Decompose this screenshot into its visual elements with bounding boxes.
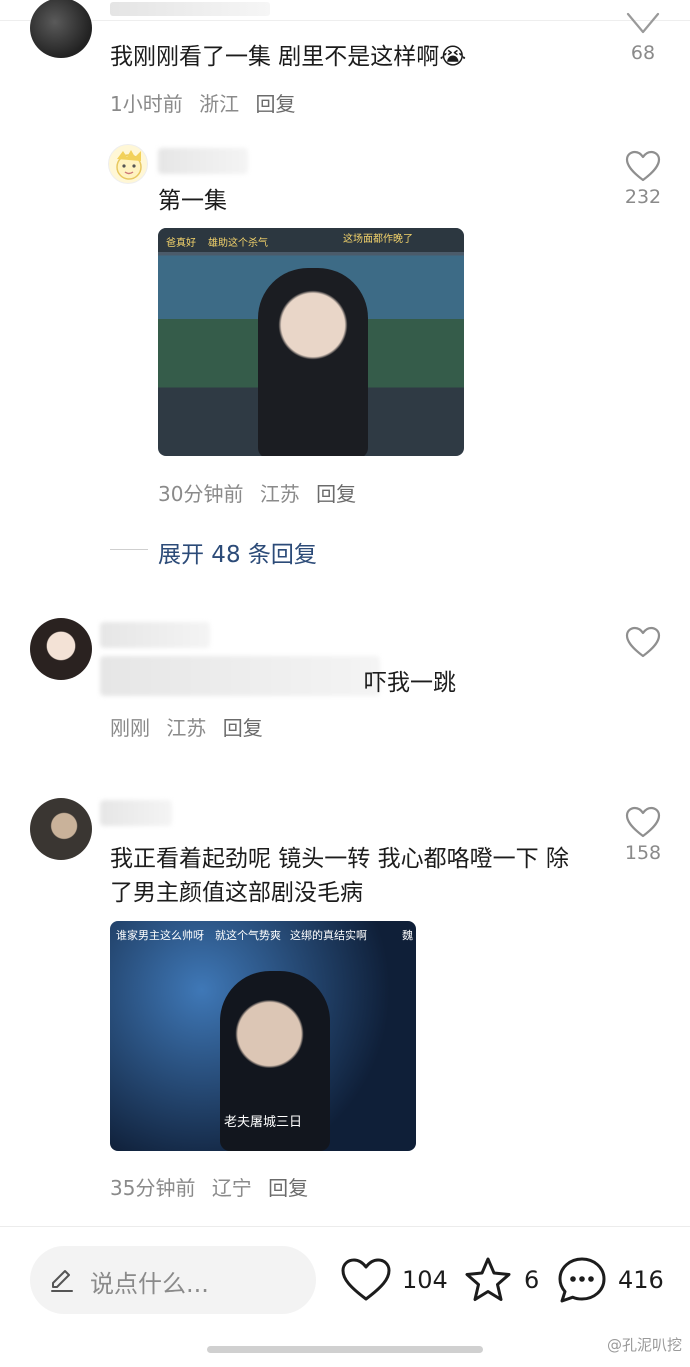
star-icon: [465, 1257, 511, 1301]
comment-text: 第一集: [158, 188, 227, 214]
avatar[interactable]: [108, 144, 148, 184]
danmaku-text: 魏: [402, 929, 413, 942]
like-count: 104: [402, 1266, 448, 1294]
comment-input[interactable]: 说点什么...: [30, 1246, 316, 1314]
heart-icon: [625, 150, 661, 182]
danmaku-text: 爸真好: [166, 238, 196, 249]
location: 浙江: [199, 92, 240, 116]
reply-button[interactable]: 回复: [268, 1176, 308, 1200]
like-count: 158: [624, 842, 662, 864]
timestamp: 1小时前: [110, 92, 183, 116]
heart-icon: [625, 806, 661, 838]
comment-image[interactable]: 谁家男主这么帅呀 就这个气势爽 这绑的真结实啊 魏 老夫屠城三日: [110, 921, 416, 1151]
avatar[interactable]: [30, 618, 92, 680]
avatar[interactable]: [30, 0, 92, 58]
comment-meta: 35分钟前 辽宁 回复: [110, 1172, 318, 1201]
comment-text: 我正看着起劲呢 镜头一转 我心都咯噔一下 除了男主颜值这部剧没毛病: [110, 846, 569, 906]
blurred-username: [100, 622, 210, 648]
cut-off-username: [110, 2, 270, 16]
pencil-icon: [51, 1270, 73, 1292]
comment-count: 416: [618, 1266, 664, 1294]
comment-text: 我刚刚看了一集 剧里不是这样啊😭: [110, 40, 466, 74]
watermark: @孔泥叭挖: [606, 1336, 682, 1354]
location: 江苏: [166, 716, 207, 740]
timestamp: 30分钟前: [158, 482, 244, 506]
blurred-text: [100, 656, 380, 696]
danmaku-bar: [158, 228, 464, 252]
comment-text: 吓我一跳: [364, 670, 456, 696]
reply-button[interactable]: 回复: [255, 92, 295, 116]
crying-emoji-icon: 😭: [439, 44, 467, 70]
favorite-count: 6: [524, 1266, 540, 1294]
timestamp: 刚刚: [110, 716, 150, 740]
location: 辽宁: [211, 1176, 252, 1200]
home-indicator[interactable]: [207, 1346, 483, 1353]
danmaku-text: 就这个气势爽: [215, 929, 281, 942]
reply-button[interactable]: 回复: [316, 482, 356, 506]
bottom-divider: [0, 1226, 690, 1227]
comment-meta: 1小时前 浙江 回复: [110, 88, 305, 117]
comment-meta: 刚刚 江苏 回复: [110, 712, 273, 741]
like-button[interactable]: 68: [623, 12, 663, 64]
danmaku-text: 雄助这个杀气: [208, 238, 268, 249]
timestamp: 35分钟前: [110, 1176, 196, 1200]
comment-text-content: 我刚刚看了一集 剧里不是这样啊: [110, 44, 440, 70]
location: 江苏: [259, 482, 300, 506]
blurred-username: [100, 800, 172, 826]
comment-image[interactable]: 爸真好 雄助这个杀气 这场面都作晚了: [158, 228, 464, 456]
video-subtitle: 老夫屠城三日: [223, 1115, 302, 1130]
favorite-button[interactable]: 6: [462, 1252, 539, 1308]
danmaku-text: 这场面都作晚了: [343, 234, 413, 245]
heart-icon: [625, 626, 661, 658]
expand-replies-link[interactable]: 展开 48 条回复: [158, 535, 317, 569]
reply-button[interactable]: 回复: [223, 716, 263, 740]
input-placeholder: 说点什么...: [90, 1270, 209, 1298]
danmaku-text: 谁家男主这么帅呀: [116, 929, 204, 942]
like-button[interactable]: [623, 626, 663, 658]
like-button[interactable]: 158: [623, 806, 663, 864]
blurred-username: [158, 148, 248, 174]
chat-bubble-icon: [558, 1257, 606, 1303]
comment-button[interactable]: 416: [556, 1252, 664, 1308]
like-button[interactable]: 232: [623, 150, 663, 208]
like-count: 68: [630, 42, 656, 64]
top-divider: [0, 20, 690, 21]
cartoon-avatar-icon: [116, 150, 142, 180]
heart-icon: [341, 1258, 391, 1301]
comment-meta: 30分钟前 江苏 回复: [158, 478, 366, 507]
heart-icon: [626, 12, 660, 34]
expand-divider: [110, 549, 148, 550]
like-count: 232: [624, 186, 662, 208]
avatar[interactable]: [30, 798, 92, 860]
like-post-button[interactable]: 104: [340, 1252, 448, 1308]
character-figure: [258, 268, 368, 456]
danmaku-text: 这绑的真结实啊: [290, 929, 367, 942]
